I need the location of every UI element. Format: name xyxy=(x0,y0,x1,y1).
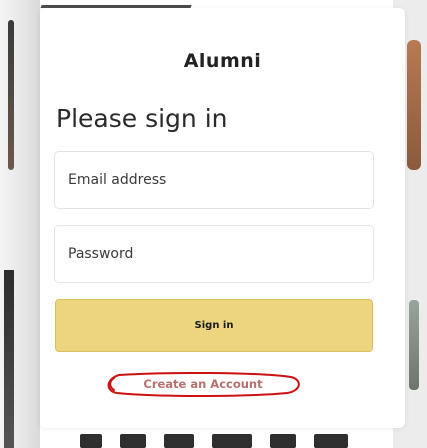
background-shape xyxy=(314,434,348,448)
background-shape xyxy=(120,434,146,448)
background-shape xyxy=(409,300,419,390)
sign-in-button-label: Sign in xyxy=(194,320,234,331)
background-shape xyxy=(8,20,14,170)
email-input[interactable] xyxy=(55,152,373,208)
password-field[interactable] xyxy=(54,225,374,283)
app-title: Alumni xyxy=(183,50,262,72)
sign-in-button[interactable]: Sign in xyxy=(55,299,373,352)
login-card: Alumni Please sign in Sign in Create an … xyxy=(40,8,405,428)
background-shape xyxy=(40,0,194,8)
background-shape xyxy=(80,434,102,448)
password-input[interactable] xyxy=(55,226,373,282)
sign-in-heading: Please sign in xyxy=(56,104,228,133)
create-account-link[interactable]: Create an Account xyxy=(105,371,301,397)
background-photo-left xyxy=(0,0,40,448)
background-shape xyxy=(164,434,194,448)
email-field[interactable] xyxy=(54,151,374,209)
background-shape xyxy=(407,40,421,170)
create-account-label: Create an Account xyxy=(143,377,263,391)
background-shape xyxy=(4,270,14,448)
background-shape xyxy=(212,434,252,448)
background-shape xyxy=(270,434,296,448)
